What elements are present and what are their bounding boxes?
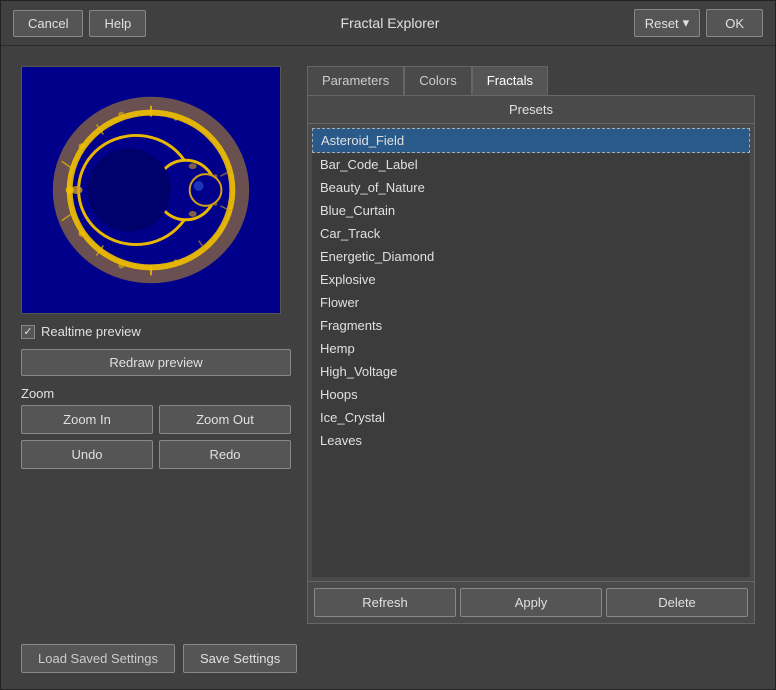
list-item[interactable]: Blue_Curtain	[312, 199, 750, 222]
zoom-out-button[interactable]: Zoom Out	[159, 405, 291, 434]
redraw-preview-button[interactable]: Redraw preview	[21, 349, 291, 376]
list-item[interactable]: Energetic_Diamond	[312, 245, 750, 268]
realtime-preview-row: Realtime preview	[21, 324, 291, 339]
tab-fractals[interactable]: Fractals	[472, 66, 548, 95]
list-item[interactable]: Beauty_of_Nature	[312, 176, 750, 199]
ok-button[interactable]: OK	[706, 9, 763, 37]
realtime-preview-label: Realtime preview	[41, 324, 141, 339]
tab-colors[interactable]: Colors	[404, 66, 472, 95]
list-item[interactable]: Ice_Crystal	[312, 406, 750, 429]
window-title: Fractal Explorer	[154, 15, 625, 31]
fractal-image	[22, 67, 280, 313]
fractal-preview	[21, 66, 281, 314]
list-item[interactable]: Car_Track	[312, 222, 750, 245]
tabs-row: Parameters Colors Fractals	[307, 66, 755, 95]
zoom-in-button[interactable]: Zoom In	[21, 405, 153, 434]
delete-button[interactable]: Delete	[606, 588, 748, 617]
reset-label: Reset	[645, 16, 679, 31]
zoom-grid: Zoom In Zoom Out Undo Redo	[21, 405, 291, 469]
titlebar-left-buttons: Cancel Help	[13, 10, 146, 37]
undo-button[interactable]: Undo	[21, 440, 153, 469]
tab-content-fractals: Presets Asteroid_FieldBar_Code_LabelBeau…	[307, 95, 755, 624]
presets-heading: Presets	[308, 96, 754, 124]
right-panel: Parameters Colors Fractals Presets Aster…	[307, 66, 755, 624]
list-item[interactable]: Explosive	[312, 268, 750, 291]
list-item[interactable]: Flower	[312, 291, 750, 314]
list-item[interactable]: Hoops	[312, 383, 750, 406]
list-item[interactable]: Hemp	[312, 337, 750, 360]
list-item[interactable]: Leaves	[312, 429, 750, 452]
save-settings-button[interactable]: Save Settings	[183, 644, 297, 673]
load-settings-button[interactable]: Load Saved Settings	[21, 644, 175, 673]
list-item[interactable]: Bar_Code_Label	[312, 153, 750, 176]
bottom-bar: Load Saved Settings Save Settings	[1, 634, 775, 689]
list-item[interactable]: High_Voltage	[312, 360, 750, 383]
list-item[interactable]: Asteroid_Field	[312, 128, 750, 153]
zoom-section: Zoom Zoom In Zoom Out Undo Redo	[21, 386, 291, 469]
redo-button[interactable]: Redo	[159, 440, 291, 469]
cancel-button[interactable]: Cancel	[13, 10, 83, 37]
titlebar-right-buttons: Reset ▾ OK	[634, 9, 763, 37]
refresh-button[interactable]: Refresh	[314, 588, 456, 617]
zoom-label: Zoom	[21, 386, 291, 401]
titlebar: Cancel Help Fractal Explorer Reset ▾ OK	[1, 1, 775, 46]
list-item[interactable]: Fragments	[312, 314, 750, 337]
preset-actions: Refresh Apply Delete	[308, 581, 754, 623]
left-panel: Realtime preview Redraw preview Zoom Zoo…	[21, 66, 291, 624]
presets-list[interactable]: Asteroid_FieldBar_Code_LabelBeauty_of_Na…	[312, 128, 750, 577]
realtime-preview-checkbox[interactable]	[21, 325, 35, 339]
main-content: Realtime preview Redraw preview Zoom Zoo…	[1, 46, 775, 634]
apply-button[interactable]: Apply	[460, 588, 602, 617]
reset-dropdown-icon: ▾	[683, 15, 690, 31]
reset-button[interactable]: Reset ▾	[634, 9, 701, 37]
help-button[interactable]: Help	[89, 10, 146, 37]
fractal-explorer-window: Cancel Help Fractal Explorer Reset ▾ OK	[0, 0, 776, 690]
tab-parameters[interactable]: Parameters	[307, 66, 404, 95]
